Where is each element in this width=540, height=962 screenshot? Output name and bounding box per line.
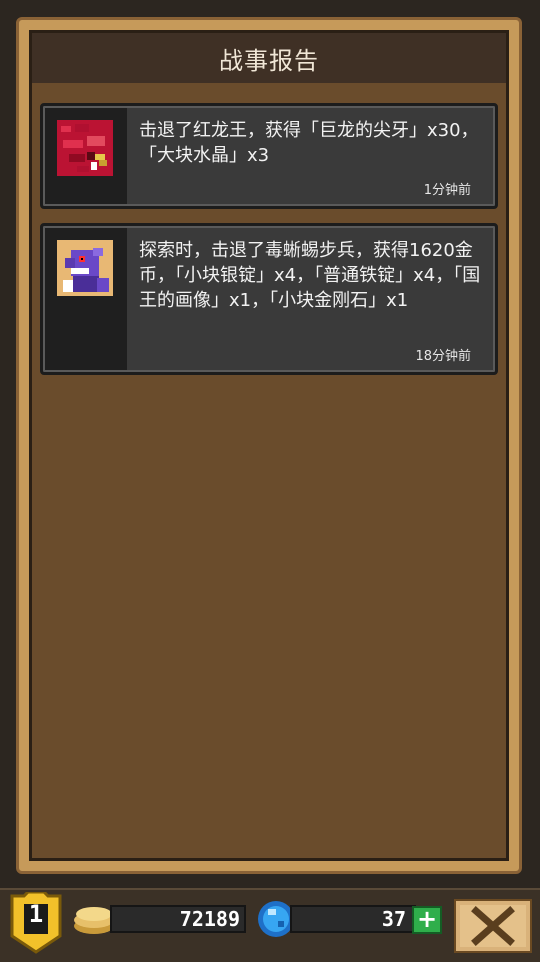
add-gems-button[interactable]: +: [412, 906, 442, 934]
report-text: 击退了红龙王，获得「巨龙的尖牙」x30，「大块水晶」x3: [139, 120, 479, 166]
report-icon-pane: [45, 228, 127, 370]
report-card[interactable]: 探索时，击退了毒蜥蜴步兵，获得1620金币，「小块银锭」x4，「普通铁锭」x4，…: [40, 223, 498, 375]
gem-counter: 37: [290, 905, 416, 933]
report-time: 18分钟前: [415, 349, 471, 364]
close-button[interactable]: [454, 899, 532, 953]
panel-title: 战事报告: [219, 46, 319, 75]
purple-lizard-soldier-icon: [57, 240, 113, 296]
report-time: 1分钟前: [423, 183, 471, 198]
report-card[interactable]: 击退了红龙王，获得「巨龙的尖牙」x30，「大块水晶」x3 1分钟前: [40, 103, 498, 209]
report-icon-pane: [45, 108, 127, 204]
panel-title-bar: 战事报告: [32, 33, 506, 83]
coin-counter: 72189: [110, 905, 246, 933]
red-dragon-fang-icon: [57, 120, 113, 176]
level-number: 1: [28, 900, 44, 928]
report-text: 探索时，击退了毒蜥蜴步兵，获得1620金币，「小块银锭」x4，「普通铁锭」x4，…: [139, 240, 481, 311]
